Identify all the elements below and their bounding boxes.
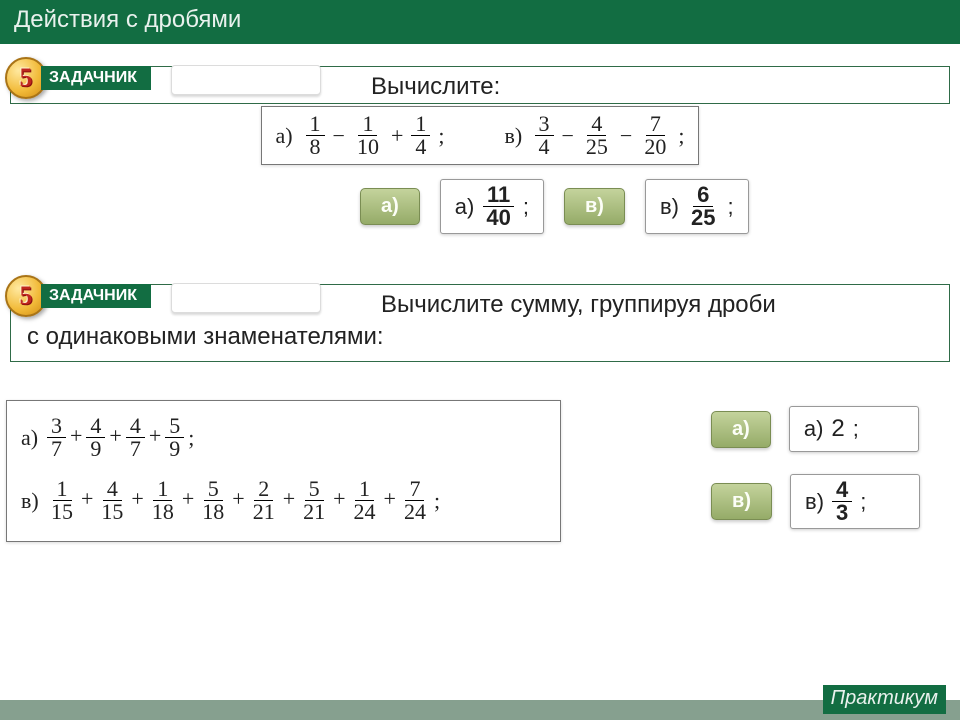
problem-number-field[interactable] — [171, 65, 321, 95]
task2-problem-a: а) 37+49+47+59 ; — [21, 415, 546, 460]
workbook-label: ЗАДАЧНИК — [41, 284, 151, 309]
task-1: 5 ЗАДАЧНИК Вычислите: — [10, 66, 950, 104]
task1-answer-v: в) 625 ; — [645, 179, 749, 234]
footer-label: Практикум — [823, 685, 946, 714]
task1-prompt: Вычислите: — [371, 73, 939, 101]
task-badge: 5 ЗАДАЧНИК — [5, 57, 151, 99]
task2-chip-a[interactable]: а) — [711, 411, 771, 448]
bottom-band — [0, 700, 960, 720]
task2-problems-box: а) 37+49+47+59 ; в) 115+415+118+518+221+… — [6, 400, 561, 542]
page-title: Действия с дробями — [14, 6, 241, 33]
task2-prompt-line1: Вычислите сумму, группируя дроби — [381, 291, 939, 319]
task2-answers-column: а) а) 2 ; в) в) 43 ; — [711, 400, 920, 529]
workbook-label: ЗАДАЧНИК — [41, 66, 151, 91]
task1-problems-box: а) 18 − 110 + 14 ; в) 34 − 425 − 720 ; — [261, 106, 700, 165]
task1-problem-v: в) 34 − 425 − 720 ; — [505, 113, 685, 158]
grade-number: 5 — [20, 63, 33, 93]
task2-v-terms: 115+415+118+518+221+521+124+724 — [47, 478, 430, 523]
task1-answers-row: а) а) 1140 ; в) в) 625 ; — [360, 179, 950, 234]
task1-problem-a: а) 18 − 110 + 14 ; — [276, 113, 445, 158]
task-2: 5 ЗАДАЧНИК Вычислите сумму, группируя др… — [10, 284, 950, 362]
task2-prompt-line2: с одинаковыми знаменателями: — [27, 323, 939, 351]
task2-chip-v[interactable]: в) — [711, 483, 772, 520]
task1-answer-a: а) 1140 ; — [440, 179, 544, 234]
task2-problem-v: в) 115+415+118+518+221+521+124+724 ; — [21, 478, 546, 523]
task-badge: 5 ЗАДАЧНИК — [5, 275, 151, 317]
task2-a-terms: 37+49+47+59 — [47, 415, 184, 460]
task1-chip-a[interactable]: а) — [360, 188, 420, 225]
task1-chip-v[interactable]: в) — [564, 188, 625, 225]
page-header: Действия с дробями — [0, 0, 960, 44]
grade-number: 5 — [20, 281, 33, 311]
task2-answer-v: в) 43 ; — [790, 474, 920, 529]
task2-answer-a: а) 2 ; — [789, 406, 919, 452]
problem-number-field[interactable] — [171, 283, 321, 313]
